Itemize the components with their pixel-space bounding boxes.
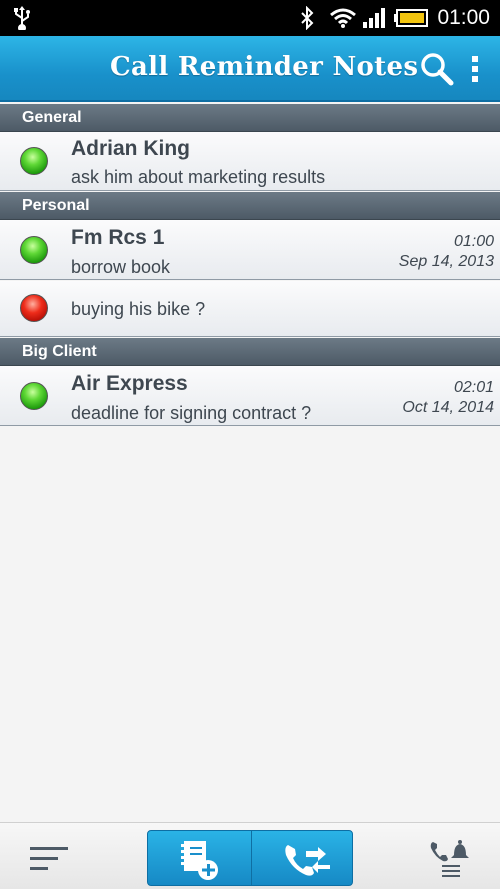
sort-menu-icon[interactable] [30,847,68,871]
status-dot-green-icon [20,382,48,410]
reminder-date: Oct 14, 2014 [402,399,494,416]
call-alert-icon[interactable] [430,839,472,879]
reminder-note: ask him about marketing results [71,167,326,187]
section-header-personal: Personal [0,192,500,220]
primary-action-group [147,830,353,886]
add-note-icon [181,841,218,880]
status-dot-green-icon [20,147,48,175]
reminder-note: deadline for signing contract ? [71,403,312,423]
reminder-note: buying his bike ? [71,299,206,319]
contact-name: Air Express [71,372,188,395]
reminder-time: 02:01 [453,379,494,396]
bluetooth-icon [301,6,314,30]
section-header-big-client: Big Client [0,338,500,366]
list-item[interactable]: Fm Rcs 1 borrow book 01:00 Sep 14, 2013 [0,220,500,280]
call-transfer-icon [285,845,330,876]
section-title: Big Client [22,343,97,360]
signal-icon [363,8,385,28]
app-title: Call Reminder Notes [110,52,419,82]
search-icon[interactable] [420,52,454,86]
overflow-menu-icon[interactable] [470,54,480,84]
status-clock: 01:00 [437,6,490,29]
status-dot-green-icon [20,236,48,264]
section-title: Personal [22,197,90,214]
status-dot-red-icon [20,294,48,322]
add-note-button[interactable] [148,831,251,885]
bottom-bar [0,822,500,889]
battery-icon [394,9,428,27]
reminder-time: 01:00 [453,233,494,250]
app-bar: Call Reminder Notes [0,36,500,102]
section-title: General [22,109,82,126]
reminder-note: borrow book [71,257,171,277]
wifi-icon [330,8,356,28]
call-transfer-button[interactable] [251,831,352,885]
contact-name: Fm Rcs 1 [71,226,165,249]
list-item[interactable]: Air Express deadline for signing contrac… [0,366,500,426]
reminder-date: Sep 14, 2013 [398,253,494,270]
list-item[interactable]: Adrian King ask him about marketing resu… [0,132,500,191]
list-item[interactable]: buying his bike ? [0,281,500,337]
status-bar: 01:00 [0,0,500,36]
usb-icon [14,6,30,30]
contact-name: Adrian King [71,137,190,160]
section-header-general: General [0,104,500,132]
